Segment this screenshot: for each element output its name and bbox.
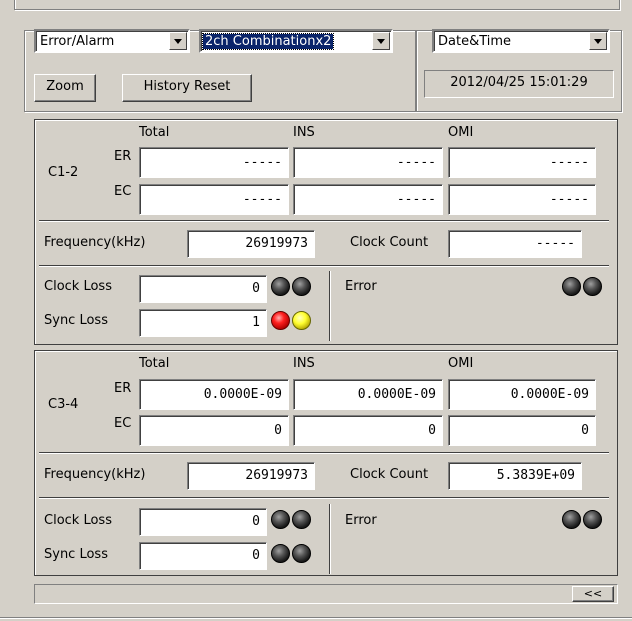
clock-loss-label: Clock Loss <box>44 513 112 528</box>
ec-omi-field: ----- <box>448 184 596 215</box>
vertical-divider <box>329 271 331 341</box>
clock-loss-field: 0 <box>139 508 267 536</box>
ec-omi-field: 0 <box>448 415 596 446</box>
frequency-field: 26919973 <box>187 462 315 490</box>
divider <box>39 497 609 499</box>
channel-panel-c1-2: Total INS OMI C1-2 ER EC ----- ----- ---… <box>34 119 618 345</box>
clock-loss-led-2 <box>292 510 311 529</box>
col-header-omi: OMI <box>448 356 474 371</box>
frequency-field: 26919973 <box>187 230 315 258</box>
divider <box>39 265 609 267</box>
row-label-er: ER <box>114 149 132 164</box>
row-label-ec: EC <box>114 416 132 431</box>
er-total-field: 0.0000E-09 <box>139 379 289 410</box>
er-total-field: ----- <box>139 147 289 178</box>
ec-total-field: ----- <box>139 184 289 215</box>
col-header-ins: INS <box>293 356 315 371</box>
sync-loss-label: Sync Loss <box>44 547 108 562</box>
error-label: Error <box>345 513 377 528</box>
error-led-1 <box>562 277 581 296</box>
history-reset-button[interactable]: History Reset <box>122 74 252 102</box>
clock-loss-field: 0 <box>139 275 267 303</box>
col-header-total: Total <box>139 356 170 371</box>
er-ins-field: ----- <box>293 147 443 178</box>
clock-count-field: 5.3839E+09 <box>448 462 582 490</box>
row-label-ec: EC <box>114 184 132 199</box>
zoom-button[interactable]: Zoom <box>34 74 96 102</box>
error-led-1 <box>562 510 581 529</box>
frequency-label: Frequency(kHz) <box>44 235 146 250</box>
combination-select-value: 2ch Combinationx2 <box>201 33 335 50</box>
clock-count-label: Clock Count <box>350 235 429 250</box>
row-label-er: ER <box>114 381 132 396</box>
collapse-button[interactable]: << <box>572 586 614 602</box>
sync-loss-led-2 <box>292 311 311 330</box>
chevron-down-icon[interactable] <box>372 32 390 50</box>
clock-count-field: ----- <box>448 230 582 258</box>
sync-loss-led-1 <box>271 544 290 563</box>
col-header-omi: OMI <box>448 125 474 140</box>
error-led-2 <box>583 277 602 296</box>
status-bar <box>34 584 618 604</box>
sync-loss-field: 1 <box>139 309 267 337</box>
bottom-divider <box>0 617 632 619</box>
channel-panel-c3-4: Total INS OMI C3-4 ER EC 0.0000E-09 0.00… <box>34 350 618 576</box>
divider <box>39 220 609 222</box>
channel-label: C1-2 <box>48 165 79 180</box>
mode-select-value: Error/Alarm <box>40 34 115 49</box>
chevron-down-icon[interactable] <box>169 32 187 50</box>
er-ins-field: 0.0000E-09 <box>293 379 443 410</box>
ec-total-field: 0 <box>139 415 289 446</box>
frequency-label: Frequency(kHz) <box>44 467 146 482</box>
clock-count-label: Clock Count <box>350 467 429 482</box>
col-header-total: Total <box>139 125 170 140</box>
sync-loss-label: Sync Loss <box>44 313 108 328</box>
error-label: Error <box>345 279 377 294</box>
sync-loss-field: 0 <box>139 542 267 570</box>
chevron-down-icon[interactable] <box>589 32 607 50</box>
clock-loss-led-1 <box>271 510 290 529</box>
vertical-divider <box>329 504 331 574</box>
clock-loss-led-2 <box>292 277 311 296</box>
clock-loss-label: Clock Loss <box>44 279 112 294</box>
sync-loss-led-2 <box>292 544 311 563</box>
col-header-ins: INS <box>293 125 315 140</box>
channel-label: C3-4 <box>48 397 79 412</box>
ec-ins-field: 0 <box>293 415 443 446</box>
top-frame <box>14 0 620 10</box>
sync-loss-led-1 <box>271 311 290 330</box>
ec-ins-field: ----- <box>293 184 443 215</box>
combination-select[interactable]: 2ch Combinationx2 <box>199 29 393 53</box>
datetime-display: 2012/04/25 15:01:29 <box>424 70 614 98</box>
er-omi-field: ----- <box>448 147 596 178</box>
datetime-select[interactable]: Date&Time <box>432 29 610 53</box>
divider <box>39 452 609 454</box>
mode-select[interactable]: Error/Alarm <box>34 29 190 53</box>
er-omi-field: 0.0000E-09 <box>448 379 596 410</box>
datetime-select-value: Date&Time <box>438 34 512 49</box>
error-led-2 <box>583 510 602 529</box>
clock-loss-led-1 <box>271 277 290 296</box>
